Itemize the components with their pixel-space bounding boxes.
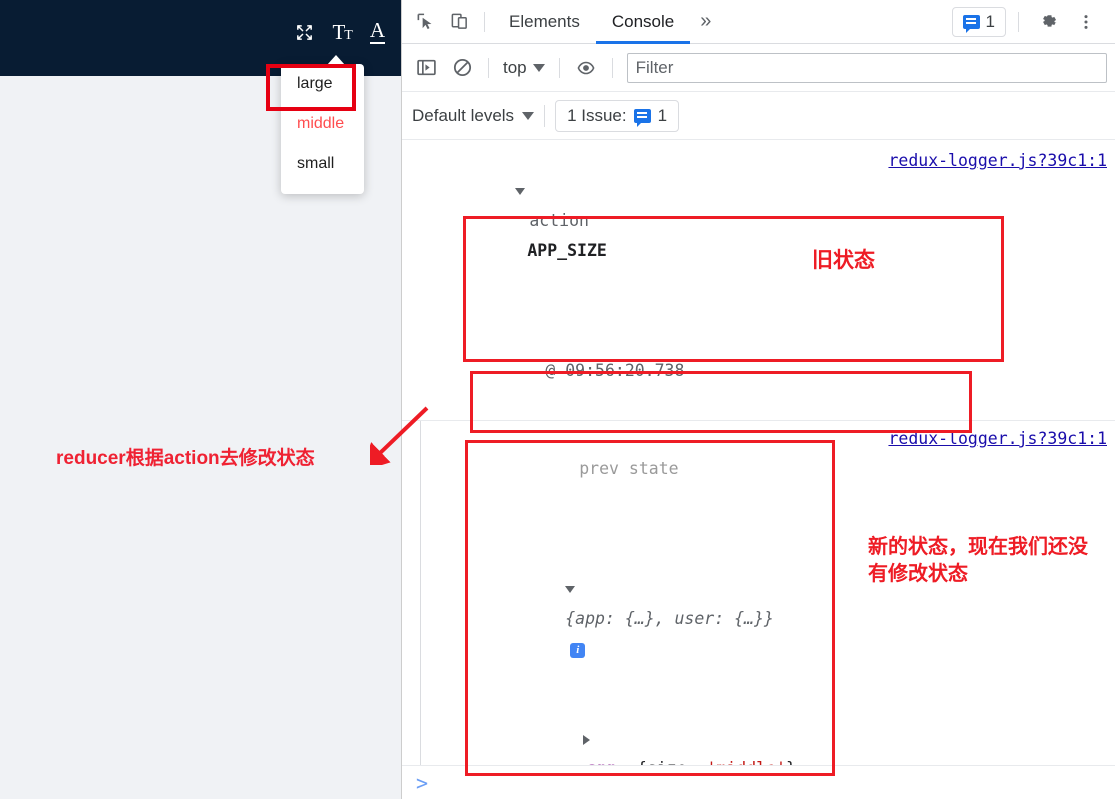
devtools-tabbar: Elements Console » 1: [402, 0, 1115, 44]
font-size-icon[interactable]: TT: [332, 21, 352, 43]
dropdown-item-small[interactable]: small: [281, 144, 364, 184]
console-filter-toolbar: top: [402, 44, 1115, 92]
filterbar-divider-3: [611, 57, 613, 78]
execution-context-label: top: [503, 57, 527, 77]
tabbar-divider-2: [1018, 11, 1019, 32]
annotation-new-state-text: 新的状态，现在我们还没 有修改状态: [868, 536, 1088, 585]
fullscreen-icon[interactable]: [295, 23, 314, 42]
inspect-element-icon[interactable]: [408, 5, 442, 39]
chevron-down-icon-levels: [522, 111, 535, 120]
annotation-old-state-text: 旧状态: [812, 249, 875, 272]
prev-state-summary: {app: {…}, user: {…}}: [565, 609, 774, 628]
live-expression-icon[interactable]: [570, 52, 602, 84]
collapse-triangle-down-icon[interactable]: [515, 188, 526, 195]
chevron-down-icon: [532, 63, 545, 72]
source-link-group[interactable]: redux-logger.js?39c1:1: [888, 146, 1107, 176]
tabbar-divider: [484, 11, 485, 32]
theme-color-icon[interactable]: A: [369, 20, 385, 44]
device-toolbar-icon[interactable]: [442, 5, 476, 39]
group-timestamp-line: @ 09:56:20.738: [402, 326, 1115, 416]
issues-count: 1: [985, 11, 995, 31]
issues-summary-button[interactable]: 1 Issue: 1: [555, 99, 680, 132]
app-preview-pane: TT A large middle small reducer根据action去…: [0, 0, 429, 799]
expand-triangle-prev-icon[interactable]: [565, 586, 576, 593]
show-console-sidebar-icon[interactable]: [410, 52, 442, 84]
group-timestamp: @ 09:56:20.738: [545, 361, 685, 380]
more-tabs-icon[interactable]: »: [690, 10, 721, 33]
gear-icon[interactable]: [1031, 5, 1065, 39]
size-dropdown-menu[interactable]: large middle small: [281, 64, 364, 194]
filterbar-divider-2: [558, 57, 560, 78]
levelsbar-divider: [544, 104, 546, 127]
dropdown-item-large[interactable]: large: [281, 64, 364, 104]
prompt-caret-icon: >: [416, 770, 429, 795]
source-link-prev[interactable]: redux-logger.js?39c1:1: [888, 424, 1107, 454]
filter-input[interactable]: [626, 52, 1107, 83]
tabbar-right-group: 1: [951, 5, 1109, 39]
annotation-reducer-text: reducer根据action去修改状态: [56, 448, 315, 469]
issues-count-2: 1: [657, 105, 668, 125]
message-icon-2: [633, 108, 651, 127]
clear-console-icon[interactable]: [446, 52, 478, 84]
group-action-label: action: [529, 211, 589, 230]
filterbar-divider: [488, 57, 489, 78]
message-icon: [962, 14, 980, 33]
info-badge-prev[interactable]: i: [570, 643, 586, 658]
default-levels-label: Default levels: [412, 105, 515, 125]
tab-console[interactable]: Console: [596, 0, 690, 44]
tab-elements[interactable]: Elements: [493, 0, 596, 44]
prev-state-label-line: prev state redux-logger.js?39c1:1: [432, 424, 1115, 544]
prev-state-section: prev state redux-logger.js?39c1:1 {app: …: [432, 421, 1115, 799]
issues-label: 1 Issue:: [567, 105, 627, 125]
group-header-line: action APP_SIZE redux-logger.js?39c1:1: [402, 146, 1115, 326]
prev-state-label: prev state: [579, 459, 679, 478]
group-action-name: APP_SIZE: [527, 241, 607, 260]
devtools-panel: Elements Console » 1 top Filter Default …: [401, 0, 1115, 799]
console-output: action APP_SIZE redux-logger.js?39c1:1 @…: [402, 140, 1115, 799]
default-levels-selector[interactable]: Default levels: [412, 105, 535, 126]
screenshot-root: TT A large middle small reducer根据action去…: [0, 0, 1115, 799]
issues-indicator-button[interactable]: 1: [951, 6, 1006, 37]
execution-context-selector[interactable]: top: [499, 58, 549, 78]
annotation-arrow-icon: [370, 406, 429, 465]
dropdown-caret-icon: [327, 55, 345, 65]
console-group-header[interactable]: action APP_SIZE redux-logger.js?39c1:1 @…: [402, 140, 1115, 421]
dropdown-item-middle[interactable]: middle: [281, 104, 364, 144]
kebab-menu-icon[interactable]: [1069, 5, 1103, 39]
console-group-body: prev state redux-logger.js?39c1:1 {app: …: [402, 421, 1115, 799]
expand-triangle-app-icon[interactable]: [583, 734, 591, 745]
console-levels-toolbar: Default levels 1 Issue: 1: [402, 92, 1115, 140]
header-icon-group: TT A: [295, 20, 385, 44]
console-prompt-row[interactable]: >: [402, 765, 1115, 799]
